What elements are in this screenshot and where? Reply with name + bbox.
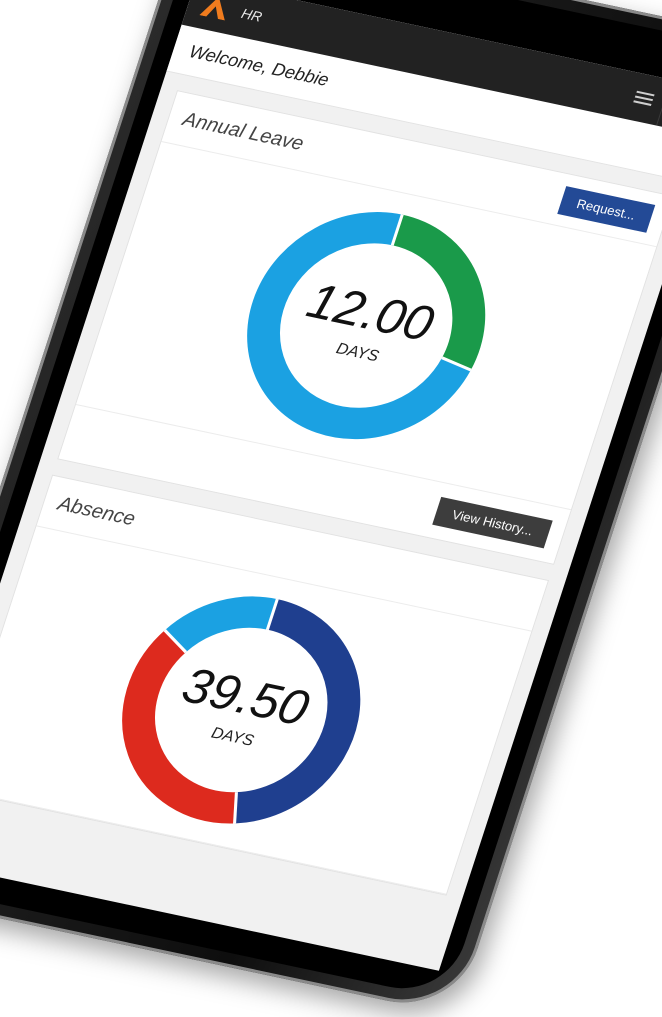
phone-device: HR Welcome, Debbie Annual Leave Request.…	[0, 0, 662, 1016]
annual-leave-value: 12.00	[301, 273, 441, 352]
app-logo-icon[interactable]	[199, 0, 231, 21]
absence-unit: DAYS	[209, 724, 256, 750]
phone-screen: HR Welcome, Debbie Annual Leave Request.…	[0, 0, 662, 971]
annual-leave-card: Annual Leave Request... 12.00 DAYS View …	[57, 90, 662, 565]
hamburger-icon	[632, 88, 655, 109]
app-title: HR	[239, 5, 265, 25]
annual-leave-unit: DAYS	[334, 339, 381, 365]
request-button[interactable]: Request...	[557, 185, 656, 233]
absence-value: 39.50	[176, 657, 316, 736]
absence-arc-segment-c	[164, 596, 278, 653]
menu-button[interactable]	[617, 71, 662, 125]
annual-leave-donut-chart: 12.00 DAYS	[247, 212, 486, 440]
view-history-button[interactable]: View History...	[432, 496, 553, 548]
absence-donut-chart: 39.50 DAYS	[122, 596, 361, 824]
